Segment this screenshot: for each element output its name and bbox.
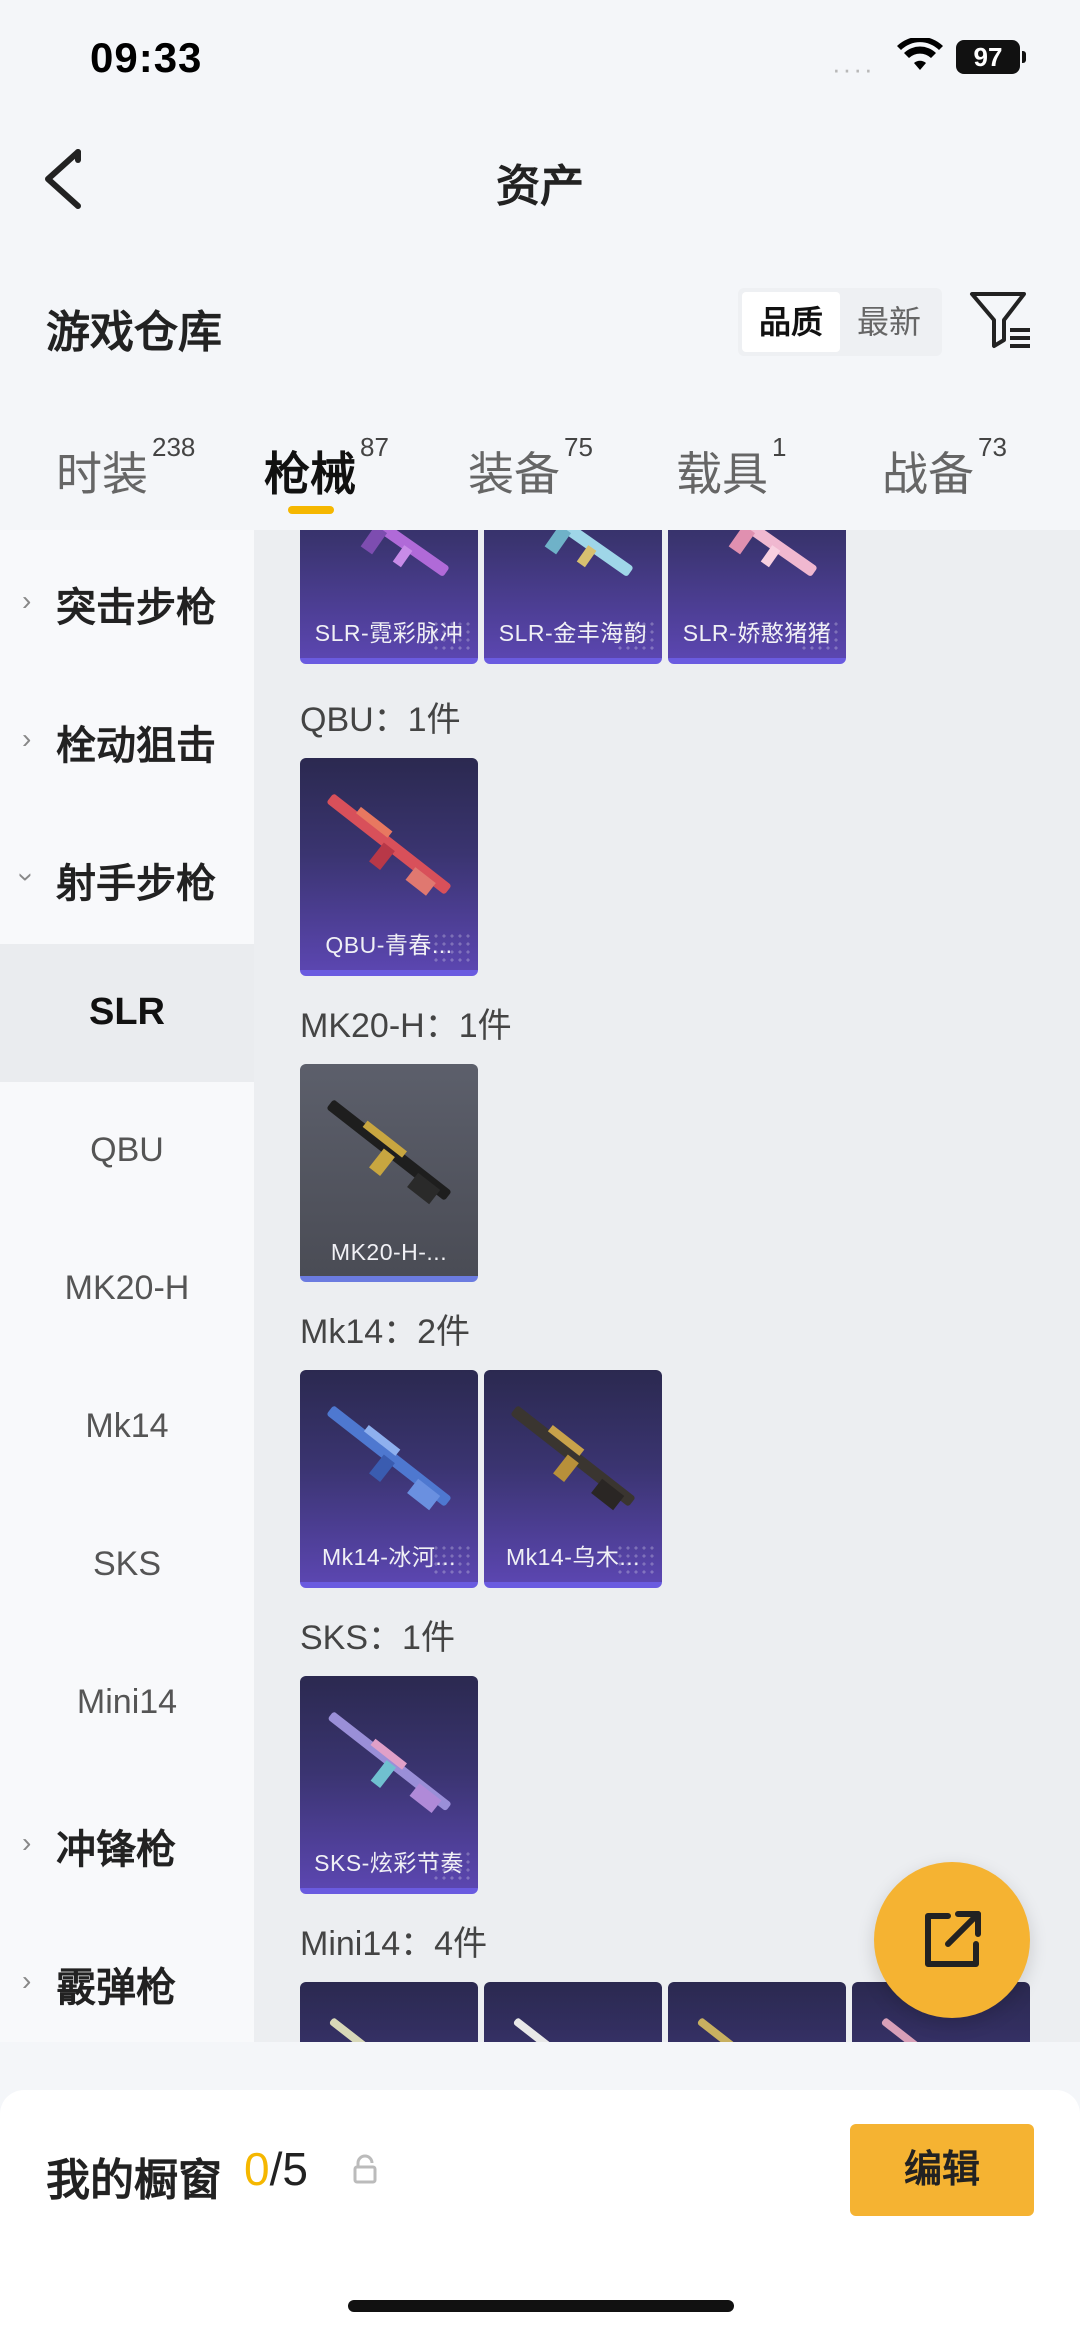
weapon-skin-card[interactable]: [300, 1982, 478, 2042]
edit-button[interactable]: 编辑: [850, 2124, 1034, 2216]
weapon-grid: SLR-霓彩脉冲 SLR-金丰海韵 SLR-娇憨猪猪 QBU：1件 QBU-青春…: [254, 530, 1080, 2042]
group-label-mk20h: MK20-H：1件: [300, 1007, 512, 1045]
group-label-mk14: Mk14：2件: [300, 1313, 471, 1351]
group-label-mini14: Mini14：4件: [300, 1925, 488, 1963]
weapon-skin-card[interactable]: SLR-霓彩脉冲: [300, 530, 478, 664]
weapon-skin-card[interactable]: SLR-金丰海韵: [484, 530, 662, 664]
chevron-right-icon: ›: [22, 1827, 32, 1858]
weapon-skin-card[interactable]: [484, 1982, 662, 2042]
rifle-skin-icon: [329, 2018, 451, 2042]
rifle-skin-icon: [513, 530, 633, 576]
lock-icon: [353, 2154, 377, 2184]
sort-toggle: 品质 最新: [738, 288, 942, 356]
tab-fashion[interactable]: 时装238: [56, 432, 195, 504]
rifle-skin-icon: [697, 2018, 819, 2042]
weapon-skin-card[interactable]: Mk14-冰河...: [300, 1370, 478, 1588]
weapon-skin-card[interactable]: MK20-H-...: [300, 1064, 478, 1282]
share-button[interactable]: [874, 1862, 1030, 2018]
sidebar-item-mini14[interactable]: Mini14: [0, 1634, 254, 1772]
rifle-skin-icon: [327, 1100, 451, 1205]
external-link-icon: [925, 1911, 981, 1967]
status-time: 09:33: [90, 34, 203, 81]
tab-combat-supplies[interactable]: 战备73: [882, 432, 1007, 504]
sort-newest-button[interactable]: 最新: [840, 292, 938, 352]
sidebar-item-bolt-action-snipers[interactable]: › 栓动狙击: [0, 668, 254, 806]
chevron-right-icon: ›: [22, 585, 32, 616]
rifle-skin-icon: [327, 1406, 451, 1511]
showcase-count: 0/5: [244, 2143, 308, 2195]
sidebar-item-mk14[interactable]: Mk14: [0, 1358, 254, 1496]
chevron-right-icon: ›: [22, 1965, 32, 1996]
sidebar-item-shotguns[interactable]: › 霰弹枪: [0, 1910, 254, 2048]
weapon-skin-card[interactable]: QBU-青春...: [300, 758, 478, 976]
group-label-qbu: QBU：1件: [300, 701, 461, 739]
tab-vehicles[interactable]: 载具1: [676, 432, 786, 504]
showcase-label: 我的橱窗: [46, 2156, 222, 2205]
weapon-skin-card[interactable]: SKS-炫彩节奏: [300, 1676, 478, 1894]
wifi-icon: [897, 38, 943, 70]
rifle-skin-icon: [697, 530, 817, 576]
sidebar-item-smgs[interactable]: › 冲锋枪: [0, 1772, 254, 1910]
active-tab-underline: [288, 506, 334, 514]
chevron-down-icon: ›: [11, 872, 43, 882]
sidebar-item-marksman-rifles[interactable]: › 射手步枪: [0, 806, 254, 944]
weapon-skin-card[interactable]: [668, 1982, 846, 2042]
home-indicator: [348, 2300, 734, 2312]
page-title: 资产: [496, 162, 584, 211]
status-bar: 09:33 ···· 97: [0, 0, 1080, 120]
weapon-skin-card[interactable]: SLR-娇憨猪猪: [668, 530, 846, 664]
sidebar-item-mk20h[interactable]: MK20-H: [0, 1220, 254, 1358]
weapon-category-sidebar: › 突击步枪 › 栓动狙击 › 射手步枪 SLR QBU MK20-H Mk14…: [0, 530, 254, 2042]
group-label-sks: SKS：1件: [300, 1619, 455, 1657]
sort-quality-button[interactable]: 品质: [742, 292, 840, 352]
category-tabs: 时装238 枪械87 装备75 载具1 战备73: [0, 420, 1080, 530]
sidebar-item-qbu[interactable]: QBU: [0, 1082, 254, 1220]
chevron-right-icon: ›: [22, 723, 32, 754]
rifle-skin-icon: [329, 530, 449, 576]
rifle-skin-icon: [327, 794, 451, 896]
weapon-skin-card[interactable]: Mk14-乌木...: [484, 1370, 662, 1588]
rifle-skin-icon: [513, 2018, 635, 2042]
rifle-skin-icon: [328, 1712, 451, 1814]
warehouse-title: 游戏仓库: [46, 308, 222, 357]
tab-firearms[interactable]: 枪械87: [264, 432, 389, 504]
battery-indicator: 97: [956, 40, 1026, 74]
tab-equipment[interactable]: 装备75: [468, 432, 593, 504]
cellular-signal-icon: ····: [832, 54, 875, 84]
filter-icon[interactable]: [968, 288, 1032, 352]
rifle-skin-icon: [511, 1406, 635, 1511]
sidebar-item-sks[interactable]: SKS: [0, 1496, 254, 1634]
sidebar-item-slr[interactable]: SLR: [0, 944, 254, 1082]
sidebar-item-assault-rifles[interactable]: › 突击步枪: [0, 530, 254, 668]
